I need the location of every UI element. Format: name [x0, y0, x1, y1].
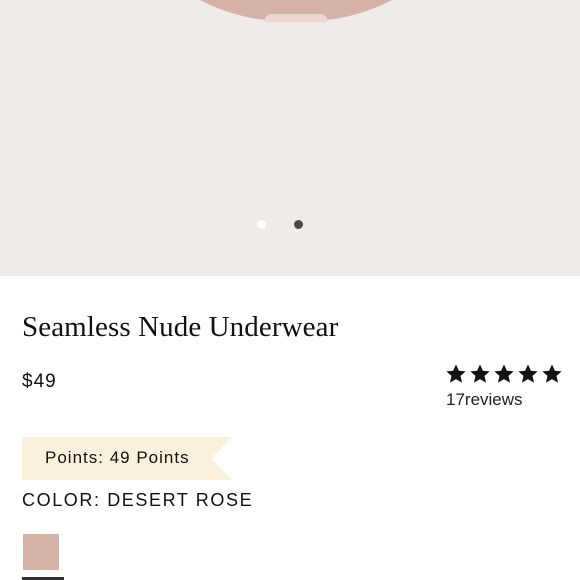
product-price: $49 [22, 371, 57, 392]
star-icon [542, 364, 562, 383]
rating-stars[interactable] [445, 363, 563, 385]
product-lace-trim [265, 14, 327, 22]
points-banner: Points: 49 Points [22, 437, 232, 480]
color-label: COLOR: DESERT ROSE [22, 490, 254, 510]
reviews-link[interactable]: 17reviews [446, 390, 523, 410]
color-swatch-desert-rose[interactable] [22, 533, 60, 571]
product-image-gallery[interactable] [0, 0, 580, 276]
product-title: Seamless Nude Underwear [22, 311, 339, 343]
star-icon [518, 364, 538, 383]
gallery-dot-2[interactable] [294, 220, 303, 229]
gallery-dot-1[interactable] [257, 220, 266, 229]
product-image [165, 0, 427, 22]
star-icon [446, 364, 466, 383]
star-icon [494, 364, 514, 383]
star-icon [470, 364, 490, 383]
